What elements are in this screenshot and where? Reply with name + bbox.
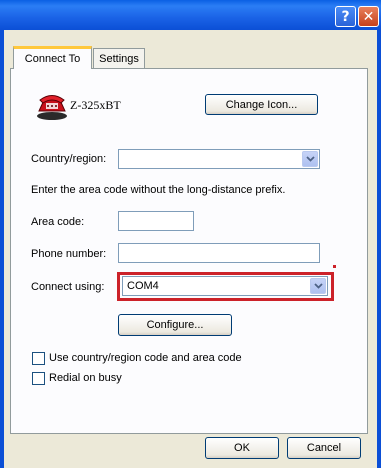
phone-number-label: Phone number:	[31, 248, 107, 260]
title-bar	[0, 0, 381, 30]
country-region-select[interactable]	[118, 149, 320, 169]
change-icon-button[interactable]: Change Icon...	[205, 94, 318, 115]
cancel-button[interactable]: Cancel	[287, 437, 361, 459]
connect-using-value: COM4	[127, 280, 159, 292]
chevron-down-icon[interactable]	[310, 278, 326, 294]
phone-icon	[37, 95, 67, 120]
configure-button[interactable]: Configure...	[118, 314, 232, 336]
close-button[interactable]: ✕	[358, 6, 379, 27]
window-frame-right	[377, 30, 381, 468]
redial-on-busy-checkbox[interactable]	[32, 372, 45, 385]
tab-settings[interactable]: Settings	[93, 48, 145, 68]
redial-on-busy-label: Redial on busy	[49, 372, 122, 384]
connect-using-label: Connect using:	[31, 281, 105, 293]
ok-button[interactable]: OK	[205, 437, 279, 459]
phone-number-input[interactable]	[118, 243, 320, 263]
connection-name: Z-325xBT	[70, 98, 121, 112]
connect-using-select[interactable]: COM4	[122, 276, 328, 296]
area-code-hint: Enter the area code without the long-dis…	[31, 184, 286, 196]
highlight-marker	[333, 265, 336, 268]
tab-connect-to[interactable]: Connect To	[13, 46, 92, 69]
country-region-label: Country/region:	[31, 153, 107, 165]
use-country-code-checkbox[interactable]	[32, 352, 45, 365]
help-button[interactable]: ?	[335, 6, 356, 27]
use-country-code-label: Use country/region code and area code	[49, 352, 242, 364]
chevron-down-icon[interactable]	[302, 151, 318, 167]
area-code-label: Area code:	[31, 216, 85, 228]
area-code-input[interactable]	[118, 211, 194, 231]
